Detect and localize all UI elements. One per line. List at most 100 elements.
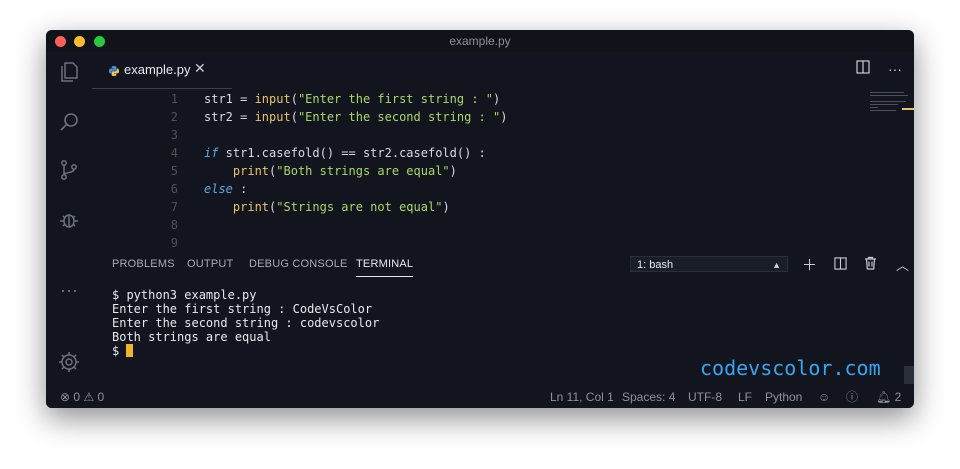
search-icon[interactable] bbox=[57, 110, 81, 134]
code-token: ) bbox=[442, 200, 450, 214]
minimize-window-button[interactable] bbox=[74, 36, 86, 47]
source-control-icon[interactable] bbox=[57, 158, 81, 182]
tab-example-py[interactable]: example.py ✕ bbox=[92, 52, 232, 89]
terminal-select[interactable]: 1: bash ▲ bbox=[630, 256, 788, 272]
editor-window: example.py ··· example.py ✕ ··· 1 str1 =… bbox=[46, 30, 914, 408]
code-text: print("Strings are not equal") bbox=[204, 200, 450, 214]
code-line: 5 print("Both strings are equal") bbox=[92, 164, 852, 182]
code-token: str2 = bbox=[204, 110, 255, 124]
code-token: input bbox=[254, 92, 291, 106]
split-terminal-icon[interactable] bbox=[834, 257, 847, 274]
code-token: print bbox=[232, 164, 270, 178]
code-text: if str1.casefold() == str2.casefold() : bbox=[204, 146, 486, 160]
tab-bar: example.py ✕ ··· bbox=[92, 52, 914, 89]
terminal-select-value: 1: bash bbox=[637, 259, 674, 271]
terminal-cursor bbox=[126, 344, 134, 357]
line-number: 7 bbox=[170, 200, 178, 214]
error-count: 0 bbox=[73, 390, 81, 404]
terminal-line: Enter the first string : CodeVsColor bbox=[112, 302, 373, 316]
overview-ruler-marker bbox=[902, 108, 914, 110]
terminal-prompt: $ bbox=[112, 344, 127, 358]
code-token: input bbox=[254, 110, 291, 124]
terminal-output[interactable]: $ python3 example.py Enter the first str… bbox=[112, 288, 379, 358]
split-editor-icon[interactable] bbox=[855, 60, 870, 77]
end-of-line[interactable]: LF bbox=[738, 386, 752, 408]
code-line: 6 else : bbox=[92, 182, 852, 200]
editor-actions: ··· bbox=[842, 60, 902, 78]
terminal-prompt-line: $ bbox=[112, 344, 379, 358]
tab-output[interactable]: OUTPUT bbox=[187, 258, 233, 270]
line-number: 1 bbox=[170, 92, 178, 106]
code-token: "Enter the first string : " bbox=[297, 92, 494, 106]
code-line: 7 print("Strings are not equal") bbox=[92, 200, 852, 218]
activity-bar: ··· bbox=[46, 52, 92, 408]
code-token: ( bbox=[290, 110, 298, 124]
warning-icon: ⚠ bbox=[83, 390, 95, 404]
terminal-line: $ python3 example.py bbox=[112, 288, 257, 302]
code-line: 3 bbox=[92, 128, 852, 146]
language-mode[interactable]: Python bbox=[765, 386, 802, 408]
more-actions-icon[interactable]: ··· bbox=[888, 61, 902, 77]
code-line: 1 str1 = input("Enter the first string : … bbox=[92, 92, 852, 110]
notifications[interactable]: 🔔︎ 2 bbox=[876, 386, 901, 408]
window-title: example.py bbox=[449, 34, 511, 48]
encoding[interactable]: UTF-8 bbox=[688, 386, 722, 408]
code-token: str1.casefold() == str2.casefold() : bbox=[218, 146, 486, 160]
code-text: str1 = input("Enter the first string : "… bbox=[204, 92, 500, 106]
code-editor[interactable]: 1 str1 = input("Enter the first string : … bbox=[92, 88, 914, 250]
line-number: 5 bbox=[170, 164, 178, 178]
new-terminal-icon[interactable]: ＋ bbox=[802, 254, 817, 275]
tab-close-icon[interactable]: ✕ bbox=[194, 60, 206, 77]
title-bar: example.py bbox=[46, 30, 914, 52]
code-text: str2 = input("Enter the second string : … bbox=[204, 110, 507, 124]
tab-terminal[interactable]: TERMINAL bbox=[356, 258, 414, 277]
error-icon: ⊗ bbox=[60, 390, 71, 404]
code-token: : bbox=[232, 182, 248, 196]
notification-count: 2 bbox=[894, 390, 902, 404]
feedback-smiley-icon[interactable]: ☺ bbox=[818, 386, 830, 408]
code-token: "Enter the second string : " bbox=[297, 110, 501, 124]
status-bar: ⊗ 0 ⚠ 0 Ln 11, Col 1 Spaces: 4 UTF-8 LF … bbox=[46, 386, 914, 408]
tab-label: example.py bbox=[124, 62, 191, 77]
line-number: 4 bbox=[170, 146, 178, 160]
close-window-button[interactable] bbox=[55, 36, 66, 47]
code-line: 2 str2 = input("Enter the second string :… bbox=[92, 110, 852, 128]
code-token: if bbox=[204, 146, 219, 160]
select-arrows-icon: ▲ bbox=[772, 260, 781, 270]
maximize-panel-chevron-up-icon[interactable]: ︿ bbox=[896, 255, 909, 274]
info-icon[interactable]: ⓘ bbox=[846, 386, 858, 408]
code-line: 8 bbox=[92, 218, 852, 236]
terminal-scrollbar[interactable] bbox=[904, 366, 914, 384]
code-token: ) bbox=[500, 110, 508, 124]
maximize-window-button[interactable] bbox=[93, 36, 105, 47]
code-token: ) bbox=[449, 164, 457, 178]
debug-icon[interactable] bbox=[57, 208, 81, 232]
panel-header: PROBLEMS OUTPUT DEBUG CONSOLE TERMINAL 1… bbox=[92, 250, 914, 280]
cursor-position[interactable]: Ln 11, Col 1 bbox=[550, 386, 614, 408]
terminal-line: Both strings are equal bbox=[112, 330, 271, 344]
kill-terminal-trash-icon[interactable] bbox=[864, 256, 877, 274]
python-file-icon bbox=[108, 64, 120, 76]
code-token: ) bbox=[493, 92, 501, 106]
terminal-line: Enter the second string : codevscolor bbox=[112, 316, 380, 330]
explorer-icon[interactable] bbox=[57, 60, 81, 84]
code-token: else bbox=[204, 182, 233, 196]
tab-problems[interactable]: PROBLEMS bbox=[112, 258, 175, 270]
more-icon[interactable]: ··· bbox=[57, 281, 81, 308]
bell-icon: 🔔︎ bbox=[876, 390, 892, 404]
code-token: print bbox=[232, 200, 270, 214]
settings-gear-icon[interactable] bbox=[57, 350, 81, 374]
watermark: codevscolor.com bbox=[700, 356, 881, 380]
tab-debug-console[interactable]: DEBUG CONSOLE bbox=[249, 258, 348, 270]
line-number: 8 bbox=[170, 218, 178, 232]
code-text: else : bbox=[204, 182, 247, 196]
indentation[interactable]: Spaces: 4 bbox=[622, 386, 675, 408]
code-text: print("Both strings are equal") bbox=[204, 164, 457, 178]
line-number: 2 bbox=[170, 110, 178, 124]
line-number: 3 bbox=[170, 128, 178, 142]
problems-indicator[interactable]: ⊗ 0 ⚠ 0 bbox=[60, 386, 104, 408]
line-number: 9 bbox=[170, 236, 178, 250]
warning-count: 0 bbox=[97, 390, 105, 404]
